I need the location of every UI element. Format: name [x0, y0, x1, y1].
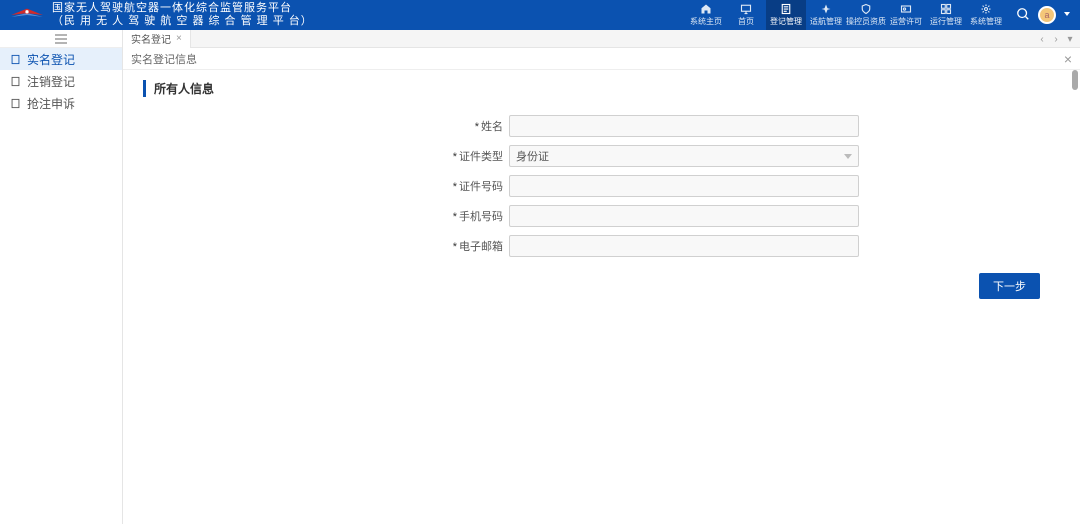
next-button[interactable]: 下一步	[979, 273, 1040, 299]
form-row-idnum: *证件号码	[143, 175, 1060, 197]
title-line2: （民 用 无 人 驾 驶 航 空 器 综 合 管 理 平 台）	[52, 15, 313, 28]
nav-label: 首页	[738, 16, 754, 27]
nav-register[interactable]: 登记管理	[766, 0, 806, 30]
logo-text: 国家无人驾驶航空器一体化综合监管服务平台 （民 用 无 人 驾 驶 航 空 器 …	[52, 2, 313, 28]
panel-body: 所有人信息 *姓名 *证件类型 身份证 *证件号码 *手机号码	[123, 70, 1080, 524]
scrollbar-thumb[interactable]	[1072, 70, 1078, 90]
doc-icon	[10, 76, 21, 87]
user-dropdown-arrow[interactable]	[1064, 12, 1070, 18]
tab-label: 实名登记	[131, 31, 171, 46]
label-name: *姓名	[443, 118, 503, 134]
form-row-name: *姓名	[143, 115, 1060, 137]
nav-label: 操控员资质	[846, 16, 886, 27]
doc-icon	[10, 98, 21, 109]
doc-icon	[780, 3, 792, 15]
input-name[interactable]	[509, 115, 859, 137]
grid-icon	[940, 3, 952, 15]
section-title: 所有人信息	[143, 80, 1060, 97]
chevron-down-icon	[844, 154, 852, 159]
input-idnum[interactable]	[509, 175, 859, 197]
panel-title: 实名登记信息	[131, 51, 197, 67]
nav-operator[interactable]: 操控员资质	[846, 0, 886, 30]
nav-home[interactable]: 系统主页	[686, 0, 726, 30]
sidebar-item-label: 注销登记	[27, 73, 75, 90]
avatar[interactable]: a	[1038, 6, 1056, 24]
label-idnum: *证件号码	[443, 178, 503, 194]
search-icon[interactable]	[1016, 7, 1030, 24]
menu-icon	[55, 34, 67, 44]
main-container: 实名登记 注销登记 抢注申诉 实名登记 × ‹ › ▾ 实名登记信息 ×	[0, 30, 1080, 524]
input-email[interactable]	[509, 235, 859, 257]
tab-menu-icon[interactable]: ▾	[1064, 34, 1076, 45]
sidebar-item-realname[interactable]: 实名登记	[0, 48, 122, 70]
cert-icon	[900, 3, 912, 15]
tab-nav: ‹ › ▾	[1032, 30, 1080, 48]
tab-prev-icon[interactable]: ‹	[1036, 34, 1048, 45]
nav-menu: 系统主页 首页 登记管理 适航管理 操控员资质 运营许可 运行管理 系统管理	[686, 0, 1006, 30]
sidebar-item-label: 实名登记	[27, 51, 75, 68]
nav-system[interactable]: 系统管理	[966, 0, 1006, 30]
form-row-email: *电子邮箱	[143, 235, 1060, 257]
nav-label: 登记管理	[770, 16, 802, 27]
header-right: a	[1006, 6, 1080, 24]
label-idtype: *证件类型	[443, 148, 503, 164]
title-line1: 国家无人驾驶航空器一体化综合监管服务平台	[52, 2, 313, 15]
tab-bar: 实名登记 × ‹ › ▾	[123, 30, 1080, 48]
label-phone: *手机号码	[443, 208, 503, 224]
form-footer: 下一步	[143, 273, 1060, 299]
nav-index[interactable]: 首页	[726, 0, 766, 30]
plane-icon	[820, 3, 832, 15]
select-value: 身份证	[516, 148, 549, 164]
panel-close-icon[interactable]: ×	[1064, 51, 1072, 67]
tab-realname[interactable]: 实名登记 ×	[123, 30, 191, 48]
sidebar-toggle[interactable]	[0, 30, 122, 48]
nav-label: 系统主页	[690, 16, 722, 27]
sidebar-item-appeal[interactable]: 抢注申诉	[0, 92, 122, 114]
shield-icon	[860, 3, 872, 15]
sidebar-item-cancel[interactable]: 注销登记	[0, 70, 122, 92]
tab-close-icon[interactable]: ×	[176, 33, 182, 44]
tab-next-icon[interactable]: ›	[1050, 34, 1062, 45]
form-row-phone: *手机号码	[143, 205, 1060, 227]
nav-label: 运营许可	[890, 16, 922, 27]
monitor-icon	[740, 3, 752, 15]
content-area: 实名登记 × ‹ › ▾ 实名登记信息 × 所有人信息 *姓名 *证件类型	[123, 30, 1080, 524]
logo-area: 国家无人驾驶航空器一体化综合监管服务平台 （民 用 无 人 驾 驶 航 空 器 …	[0, 2, 313, 28]
scrollbar-track	[1072, 70, 1078, 470]
sidebar: 实名登记 注销登记 抢注申诉	[0, 30, 123, 524]
select-idtype[interactable]: 身份证	[509, 145, 859, 167]
nav-label: 适航管理	[810, 16, 842, 27]
nav-operation[interactable]: 运行管理	[926, 0, 966, 30]
header-bar: 国家无人驾驶航空器一体化综合监管服务平台 （民 用 无 人 驾 驶 航 空 器 …	[0, 0, 1080, 30]
panel-header: 实名登记信息 ×	[123, 48, 1080, 70]
label-email: *电子邮箱	[443, 238, 503, 254]
input-phone[interactable]	[509, 205, 859, 227]
nav-label: 运行管理	[930, 16, 962, 27]
sidebar-item-label: 抢注申诉	[27, 95, 75, 112]
home-icon	[700, 3, 712, 15]
nav-airworthy[interactable]: 适航管理	[806, 0, 846, 30]
logo-icon	[8, 5, 46, 25]
doc-icon	[10, 54, 21, 65]
nav-license[interactable]: 运营许可	[886, 0, 926, 30]
form-row-idtype: *证件类型 身份证	[143, 145, 1060, 167]
nav-label: 系统管理	[970, 16, 1002, 27]
gear-icon	[980, 3, 992, 15]
